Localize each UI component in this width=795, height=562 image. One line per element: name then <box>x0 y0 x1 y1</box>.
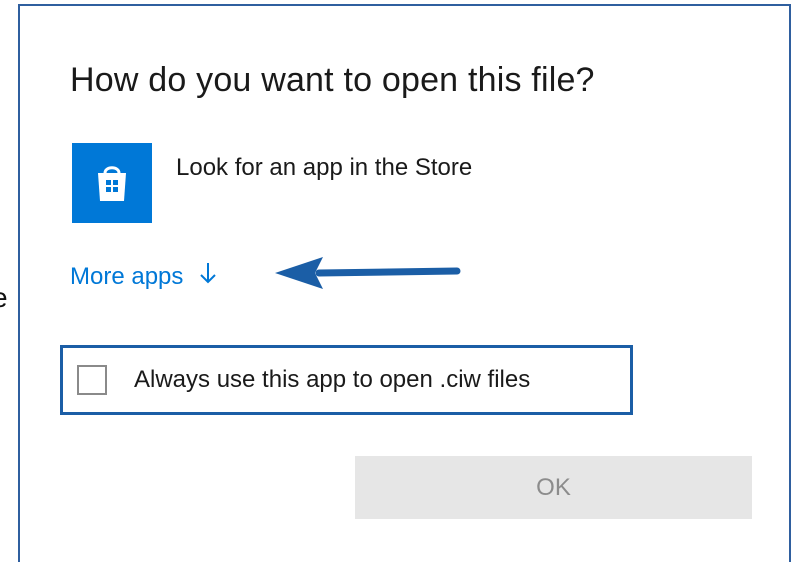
always-use-checkbox[interactable] <box>77 365 107 395</box>
open-with-dialog: How do you want to open this file? Look … <box>18 4 791 562</box>
store-option-label: Look for an app in the Store <box>176 154 473 181</box>
store-tile <box>72 143 152 223</box>
always-use-label: Always use this app to open .ciw files <box>134 366 531 393</box>
pointer-arrow-left-icon <box>275 254 465 297</box>
dialog-title: How do you want to open this file? <box>70 61 595 99</box>
always-use-checkbox-row[interactable]: Always use this app to open .ciw files <box>60 345 633 415</box>
screen: e How do you want to open this file? Loo… <box>0 0 795 562</box>
more-apps-link[interactable]: More apps <box>70 259 216 295</box>
store-bag-icon <box>98 166 126 201</box>
background-text-fragment: e <box>0 278 8 318</box>
ok-button[interactable]: OK <box>355 456 752 519</box>
more-apps-label: More apps <box>70 263 184 290</box>
arrow-down-icon <box>200 262 216 289</box>
store-option[interactable]: Look for an app in the Store <box>72 143 592 227</box>
